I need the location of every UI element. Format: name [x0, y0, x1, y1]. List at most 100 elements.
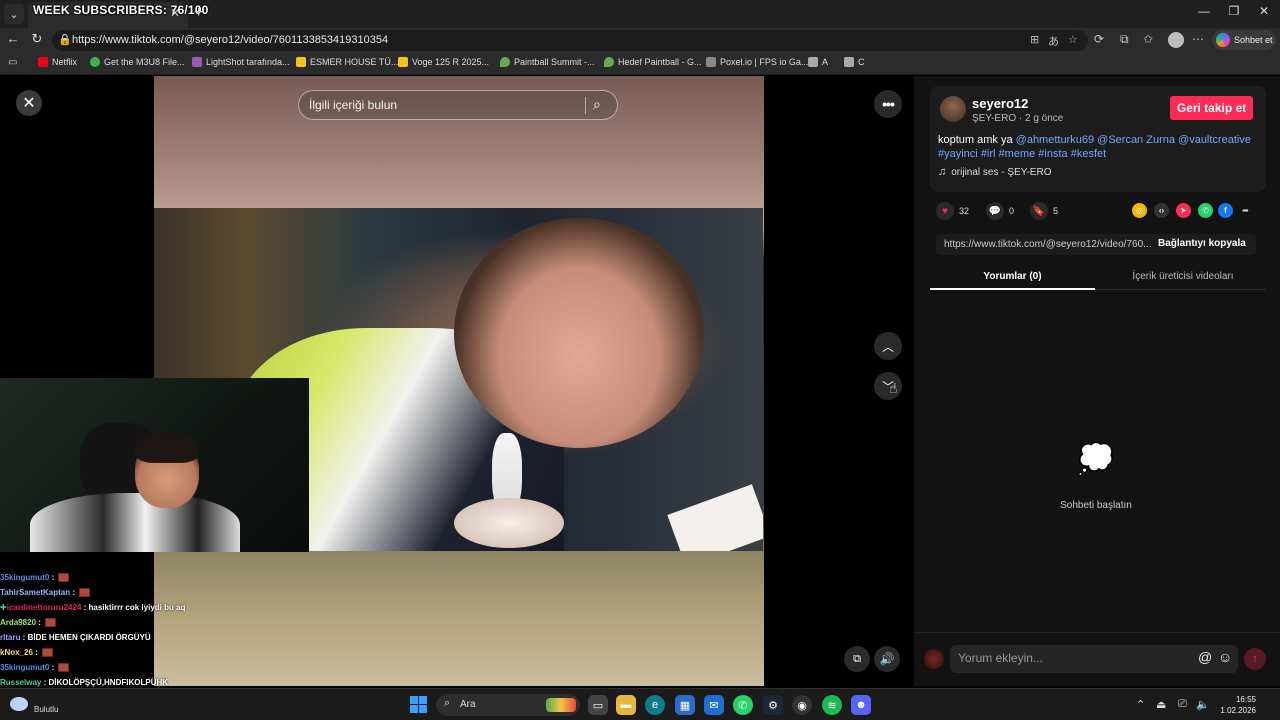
- more-options-button[interactable]: •••: [874, 90, 902, 118]
- bookmark-netflix[interactable]: Netflix: [38, 57, 77, 67]
- bookmark-label: Voge 125 R 2025...: [412, 57, 490, 67]
- send-to-friends-icon[interactable]: ➤: [1176, 203, 1191, 218]
- tab-close-icon[interactable]: ✕: [170, 6, 180, 20]
- mention-icon[interactable]: @: [1198, 649, 1212, 665]
- mention-link[interactable]: @Sercan Zurna: [1097, 134, 1175, 146]
- user-avatar[interactable]: [924, 649, 944, 669]
- hashtag-link[interactable]: #meme: [999, 148, 1036, 160]
- emoji-icon[interactable]: ☺: [1218, 649, 1232, 665]
- site-info-icon[interactable]: 🔒: [58, 33, 72, 46]
- copilot-button[interactable]: Sohbet et: [1212, 30, 1276, 50]
- chevron-up-icon: ︿: [881, 339, 894, 354]
- search-box[interactable]: ⌕: [298, 90, 618, 120]
- whatsapp-taskbar-icon[interactable]: ✆: [733, 695, 753, 715]
- new-tab-button[interactable]: +: [194, 4, 203, 22]
- share-arrow-icon[interactable]: ➦: [1238, 203, 1253, 218]
- split-screen-icon[interactable]: ⧉: [1120, 32, 1129, 47]
- speaker-icon[interactable]: 🔈: [1196, 698, 1210, 711]
- hashtag-link[interactable]: #irl: [981, 148, 996, 160]
- app-icon[interactable]: ◉: [792, 695, 812, 715]
- bookmark-a[interactable]: A: [808, 57, 828, 67]
- bookmark-esmer-house[interactable]: ESMER HOUSE TÜ...: [296, 57, 398, 67]
- video-link-url[interactable]: https://www.tiktok.com/@seyero12/video/7…: [944, 239, 1154, 250]
- tray-app-icon[interactable]: ⏏: [1156, 698, 1166, 711]
- mini-player-button[interactable]: ⧉: [844, 646, 870, 672]
- bookmark-c[interactable]: C: [844, 57, 865, 67]
- weather-widget[interactable]: Bulutlu: [10, 693, 58, 715]
- store-icon[interactable]: ▦: [675, 695, 695, 715]
- previous-video-button[interactable]: ︿: [874, 332, 902, 360]
- steam-icon[interactable]: ⚙: [763, 695, 783, 715]
- bookmark-m3u8[interactable]: Get the M3U8 File...: [90, 57, 185, 67]
- author-username[interactable]: seyero12: [972, 96, 1028, 111]
- bookmark-hedef-paintball[interactable]: Hedef Paintball - G...: [604, 57, 702, 67]
- chat-message: Arda9820 :: [0, 615, 230, 630]
- browser-titlebar: ⌄ WEEK SUBSCRIBERS: 76/100 ✕ + — ❐ ✕: [0, 0, 1280, 28]
- tab-comments[interactable]: Yorumlar (0): [930, 264, 1095, 290]
- system-clock[interactable]: 16:55 1.02.2026: [1216, 694, 1256, 716]
- url-text[interactable]: https://www.tiktok.com/@seyero12/video/7…: [72, 34, 388, 46]
- bookmark-paintball-summit[interactable]: Paintball Summit -...: [500, 57, 595, 67]
- bookmark-a-icon: [808, 57, 818, 67]
- extensions-icon[interactable]: ⟳: [1094, 32, 1104, 46]
- copy-link-button[interactable]: Bağlantıyı kopyala: [1158, 238, 1246, 249]
- start-button[interactable]: [410, 696, 427, 713]
- save-button[interactable]: 🔖 5: [1030, 202, 1058, 220]
- restore-button[interactable]: ❐: [1224, 4, 1244, 18]
- facebook-icon[interactable]: f: [1218, 203, 1233, 218]
- follow-back-button[interactable]: Geri takip et: [1170, 96, 1253, 120]
- netflix-icon: [38, 57, 48, 67]
- bookmark-lightshot[interactable]: LightShot tarafında...: [192, 57, 290, 67]
- taskbar-search[interactable]: ⌕ Ara: [436, 694, 580, 716]
- volume-button[interactable]: 🔊: [874, 646, 900, 672]
- tab-creator-videos[interactable]: İçerik üreticisi videoları: [1100, 264, 1266, 290]
- emote-icon: [58, 663, 70, 673]
- minimize-button[interactable]: —: [1194, 4, 1214, 18]
- post-comment-button[interactable]: ↑: [1244, 648, 1266, 670]
- close-window-button[interactable]: ✕: [1254, 4, 1274, 18]
- tab-actions-chevron-icon[interactable]: ⌄: [4, 4, 24, 24]
- url-bar[interactable]: 🔒 https://www.tiktok.com/@seyero12/video…: [52, 30, 1088, 51]
- empty-comments-text: Sohbeti başlatın: [1060, 500, 1132, 511]
- favorite-star-icon[interactable]: ☆: [1068, 33, 1078, 46]
- hashtag-link[interactable]: #insta: [1038, 148, 1067, 160]
- bookmark-c-icon: [844, 57, 854, 67]
- close-video-button[interactable]: ✕: [16, 90, 42, 116]
- refresh-icon[interactable]: ↻: [28, 31, 46, 47]
- translate-icon[interactable]: あ: [1048, 33, 1059, 49]
- sound-link[interactable]: ♫ orijinal ses - ŞEY-ERO: [938, 166, 1051, 178]
- edge-icon[interactable]: e: [645, 695, 665, 715]
- emote-icon: [42, 648, 54, 658]
- author-avatar[interactable]: [940, 96, 966, 122]
- favorites-icon[interactable]: ✩: [1143, 32, 1153, 46]
- more-menu-icon[interactable]: ⋯: [1192, 32, 1204, 46]
- whatsapp-icon[interactable]: ✆: [1198, 203, 1213, 218]
- coin-share-icon[interactable]: ◎: [1132, 203, 1147, 218]
- embed-icon[interactable]: ‹›: [1154, 203, 1169, 218]
- like-button[interactable]: ♥ 32: [936, 202, 969, 220]
- bookmark-voge[interactable]: Voge 125 R 2025...: [398, 57, 489, 67]
- hashtag-link[interactable]: #kesfet: [1071, 148, 1106, 160]
- search-icon[interactable]: ⌕: [593, 96, 601, 113]
- mail-icon[interactable]: ✉: [704, 695, 724, 715]
- bookmark-poxel[interactable]: Poxel.io | FPS io Ga...: [706, 57, 808, 67]
- spotify-icon[interactable]: ≋: [822, 695, 842, 715]
- mention-link[interactable]: @vaultcreative: [1178, 134, 1251, 146]
- discord-icon[interactable]: ☻: [851, 695, 871, 715]
- next-video-button[interactable]: ﹀: [874, 372, 902, 400]
- comment-input-wrapper[interactable]: @ ☺: [950, 645, 1238, 673]
- network-icon[interactable]: ⎚: [1178, 698, 1187, 711]
- search-input[interactable]: [309, 98, 579, 112]
- tray-overflow-icon[interactable]: ⌃: [1136, 698, 1145, 711]
- back-icon[interactable]: ←: [4, 31, 22, 46]
- webcam-scene-hair: [135, 433, 199, 463]
- hashtag-link[interactable]: #yayinci: [938, 148, 978, 160]
- comment-input[interactable]: [958, 651, 1178, 665]
- task-view-icon[interactable]: ▭: [588, 695, 608, 715]
- comment-button[interactable]: 💬 0: [986, 202, 1014, 220]
- file-explorer-icon[interactable]: ▬: [616, 695, 636, 715]
- profile-avatar[interactable]: [1168, 32, 1184, 48]
- collections-icon[interactable]: ▭: [8, 57, 17, 68]
- app-available-icon[interactable]: ⊞: [1030, 33, 1039, 46]
- mention-link[interactable]: @ahmetturku69: [1016, 134, 1094, 146]
